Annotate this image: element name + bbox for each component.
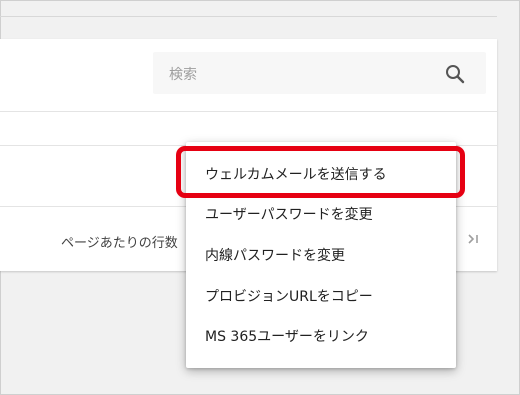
menu-item-change-user-password[interactable]: ユーザーパスワードを変更 <box>186 195 456 235</box>
user-actions-menu: ウェルカムメールを送信する ユーザーパスワードを変更 内線パスワードを変更 プロ… <box>186 142 456 368</box>
menu-item-change-extension-password[interactable]: 内線パスワードを変更 <box>186 236 456 276</box>
menu-item-link-ms365-user[interactable]: MS 365ユーザーをリンク <box>186 317 456 357</box>
rows-per-page-label: ページあたりの行数 <box>61 236 178 251</box>
search-input[interactable]: 検索 <box>169 64 197 84</box>
header-divider <box>0 16 497 17</box>
menu-item-copy-provision-url[interactable]: プロビジョンURLをコピー <box>186 277 456 317</box>
table-row-divider <box>0 111 497 112</box>
menu-item-send-welcome-email[interactable]: ウェルカムメールを送信する <box>186 155 456 195</box>
search-icon[interactable] <box>443 62 467 86</box>
search-box[interactable]: 検索 <box>153 52 486 94</box>
last-page-icon[interactable] <box>466 231 482 247</box>
